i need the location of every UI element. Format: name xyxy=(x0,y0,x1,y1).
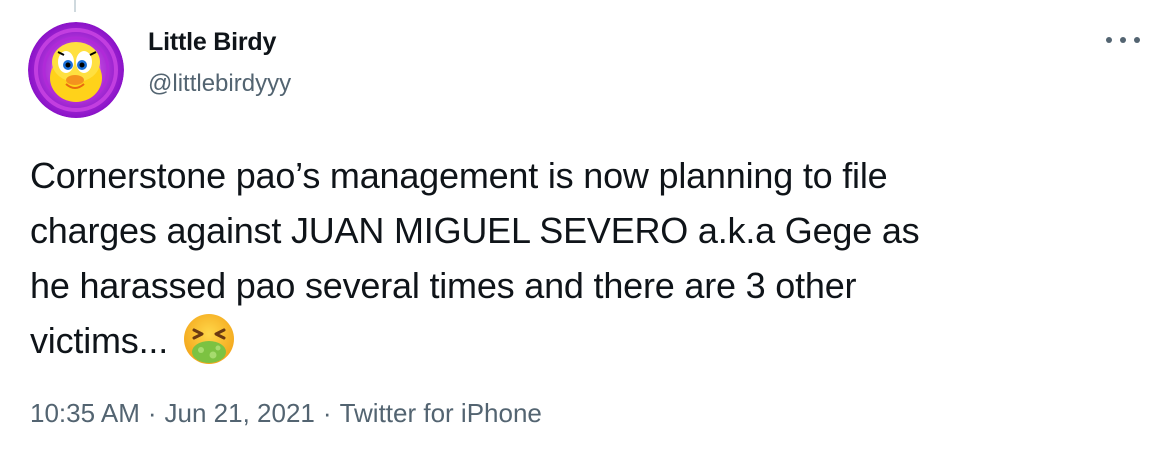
tweet-text-line: Cornerstone pao’s management is now plan… xyxy=(30,155,888,196)
tweet-date[interactable]: Jun 21, 2021 xyxy=(165,398,315,429)
nauseated-face-emoji-icon xyxy=(184,314,234,365)
tweet-text-line: he harassed pao several times and there … xyxy=(30,265,857,306)
metadata-separator: · xyxy=(147,398,157,428)
author-handle[interactable]: @littlebirdyyy xyxy=(148,70,291,98)
tweet-time[interactable]: 10:35 AM xyxy=(30,398,140,429)
metadata-separator: · xyxy=(322,398,332,428)
avatar[interactable] xyxy=(28,22,124,118)
tweet-text: Cornerstone pao’s management is now plan… xyxy=(30,148,1140,368)
tweet-metadata: 10:35 AM · Jun 21, 2021 · Twitter for iP… xyxy=(30,398,542,429)
tweety-bird-avatar-image xyxy=(28,22,124,118)
more-horizontal-icon xyxy=(1106,37,1112,43)
more-horizontal-icon-dot xyxy=(1134,37,1140,43)
tweet-source[interactable]: Twitter for iPhone xyxy=(340,398,542,429)
more-horizontal-icon-dot xyxy=(1120,37,1126,43)
author-display-name[interactable]: Little Birdy xyxy=(148,28,276,57)
more-options-button[interactable] xyxy=(1106,30,1140,50)
thread-connector-line xyxy=(74,0,76,12)
tweet-text-line: victims... xyxy=(30,320,168,361)
tweet-text-line: charges against JUAN MIGUEL SEVERO a.k.a… xyxy=(30,210,920,251)
